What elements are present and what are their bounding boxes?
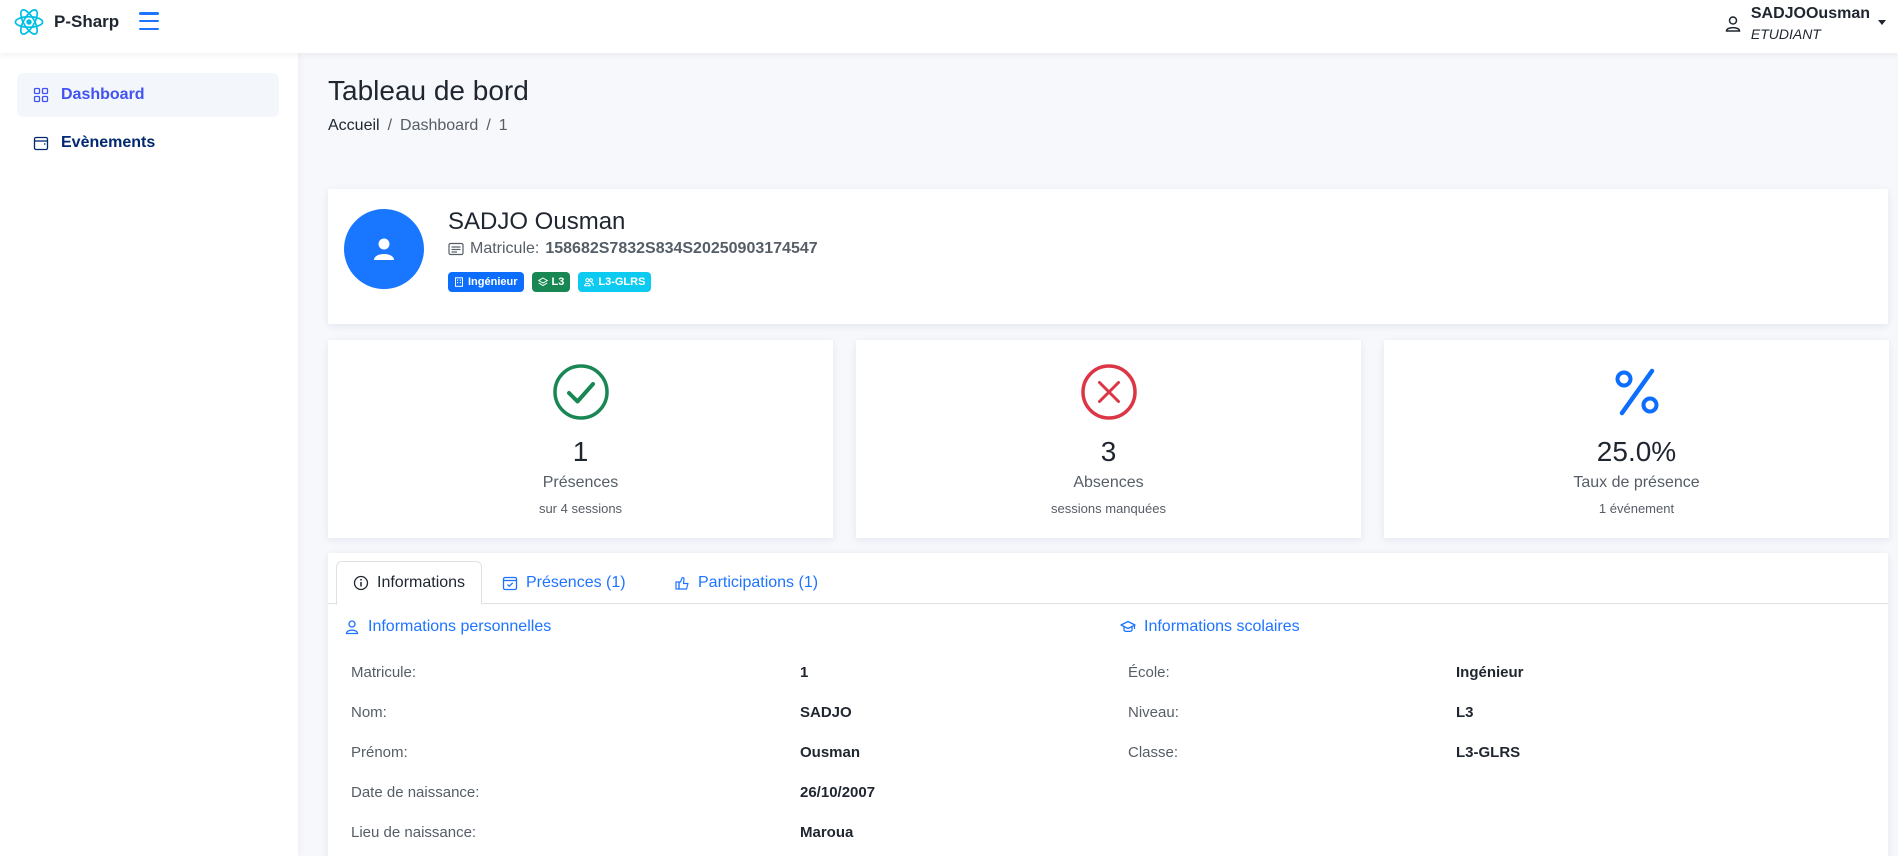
info-value: 26/10/2007 bbox=[800, 784, 876, 801]
person-icon bbox=[345, 620, 359, 635]
check-circle-icon bbox=[552, 364, 609, 420]
page-title: Tableau de bord bbox=[328, 75, 529, 106]
user-name: SADJOOusman bbox=[1750, 5, 1870, 22]
info-value: L3 bbox=[1456, 704, 1474, 721]
person-fill-icon bbox=[374, 238, 394, 260]
info-label: Matricule: bbox=[351, 664, 417, 681]
tab-label: Informations bbox=[377, 574, 466, 591]
app-brand[interactable]: P-Sharp bbox=[12, 4, 119, 40]
profile-badges: Ingénieur L3 L3-GLRS bbox=[448, 272, 652, 292]
info-label: École: bbox=[1128, 664, 1170, 681]
matricule-value: 158682S7832S834S20250903174547 bbox=[545, 240, 818, 257]
info-label: Prénom: bbox=[351, 744, 408, 761]
section-title-text: Informations scolaires bbox=[1144, 618, 1300, 635]
user-menu[interactable]: SADJOOusman ETUDIANT bbox=[1723, 4, 1886, 44]
card-text-icon bbox=[448, 242, 464, 256]
sidebar: Dashboard Evènements bbox=[0, 53, 298, 856]
badge-niveau: L3 bbox=[531, 272, 571, 292]
app-title: P-Sharp bbox=[54, 12, 120, 31]
info-value: L3-GLRS bbox=[1456, 744, 1521, 761]
user-role: ETUDIANT bbox=[1750, 26, 1821, 42]
tab-informations[interactable]: Informations bbox=[336, 561, 483, 605]
info-label: Niveau: bbox=[1128, 704, 1179, 721]
badge-label: Ingénieur bbox=[468, 276, 518, 288]
profile-card: SADJO Ousman Matricule: 158682S7832S834S… bbox=[328, 189, 1888, 324]
hamburger-icon[interactable] bbox=[139, 12, 159, 30]
avatar bbox=[344, 209, 424, 289]
stat-sub: 1 événement bbox=[1598, 501, 1675, 516]
tab-presences[interactable]: Présences (1) bbox=[486, 561, 642, 605]
building-icon bbox=[455, 277, 463, 287]
person-icon bbox=[1725, 16, 1741, 32]
info-circle-icon bbox=[353, 575, 369, 591]
stat-card-taux: 25.0% Taux de présence 1 événement bbox=[1384, 340, 1889, 538]
stat-label: Taux de présence bbox=[1573, 474, 1700, 491]
breadcrumb-current: 1 bbox=[498, 117, 508, 134]
stat-sub: sur 4 sessions bbox=[538, 501, 623, 516]
sidebar-item-dashboard[interactable]: Dashboard bbox=[17, 73, 279, 117]
calendar-check-icon bbox=[502, 576, 518, 591]
info-value: Ingénieur bbox=[1456, 664, 1524, 681]
stat-value: 25.0% bbox=[1596, 436, 1677, 467]
section-title-personal: Informations personnelles bbox=[344, 618, 551, 636]
badge-classe: L3-GLRS bbox=[578, 272, 652, 292]
stat-value: 1 bbox=[572, 436, 589, 467]
matricule-label: Matricule: bbox=[470, 240, 540, 257]
sidebar-item-label: Evènements bbox=[61, 134, 156, 151]
stat-card-absences: 3 Absences sessions manquées bbox=[856, 340, 1361, 538]
stat-label: Présences bbox=[542, 474, 619, 491]
details-card: Informations Présences (1) Participation… bbox=[328, 553, 1888, 856]
breadcrumb: Accueil / Dashboard / 1 bbox=[328, 117, 508, 135]
profile-matricule: Matricule: 158682S7832S834S2025090317454… bbox=[448, 240, 818, 258]
profile-name: SADJO Ousman bbox=[448, 208, 626, 235]
sidebar-item-label: Dashboard bbox=[61, 86, 145, 103]
percent-icon bbox=[1615, 368, 1658, 416]
breadcrumb-dashboard[interactable]: Dashboard bbox=[400, 117, 478, 135]
info-label: Lieu de naissance: bbox=[351, 824, 477, 841]
info-value: Ousman bbox=[800, 744, 861, 761]
breadcrumb-separator: / bbox=[486, 117, 491, 134]
stat-card-presences: 1 Présences sur 4 sessions bbox=[328, 340, 833, 538]
badge-label: L3 bbox=[551, 276, 565, 288]
sidebar-item-evenements[interactable]: Evènements bbox=[17, 121, 279, 165]
info-value: SADJO bbox=[800, 704, 852, 721]
stat-value: 3 bbox=[1100, 436, 1117, 467]
section-title-text: Informations personnelles bbox=[368, 618, 552, 635]
stat-sub: sessions manquées bbox=[1051, 501, 1166, 516]
hand-thumbs-up-icon bbox=[675, 577, 689, 590]
tab-participations[interactable]: Participations (1) bbox=[658, 561, 834, 605]
badge-ecole: Ingénieur bbox=[448, 272, 524, 292]
breadcrumb-separator: / bbox=[387, 117, 393, 134]
x-circle-icon bbox=[1080, 364, 1137, 420]
layers-icon bbox=[537, 277, 548, 287]
caret-down-icon[interactable] bbox=[1878, 20, 1886, 25]
info-label: Date de naissance: bbox=[351, 784, 480, 801]
top-bar: P-Sharp SADJOOusman ETUDIANT bbox=[0, 0, 1898, 53]
info-label: Classe: bbox=[1128, 744, 1179, 761]
badge-label: L3-GLRS bbox=[598, 276, 646, 288]
breadcrumb-home[interactable]: Accueil bbox=[328, 117, 380, 135]
section-title-school: Informations scolaires bbox=[1120, 618, 1300, 636]
calendar-icon bbox=[33, 136, 49, 151]
tab-label: Participations (1) bbox=[698, 574, 819, 591]
people-icon bbox=[584, 278, 595, 287]
grid-icon bbox=[33, 87, 49, 103]
tab-label: Présences (1) bbox=[526, 574, 626, 591]
react-logo-icon bbox=[14, 9, 44, 35]
tab-bar: Informations Présences (1) Participation… bbox=[328, 553, 1888, 605]
info-label: Nom: bbox=[351, 704, 387, 721]
info-value: Maroua bbox=[800, 824, 854, 841]
info-value: 1 bbox=[800, 664, 809, 681]
stat-label: Absences bbox=[1073, 474, 1144, 491]
mortarboard-icon bbox=[1120, 620, 1136, 633]
